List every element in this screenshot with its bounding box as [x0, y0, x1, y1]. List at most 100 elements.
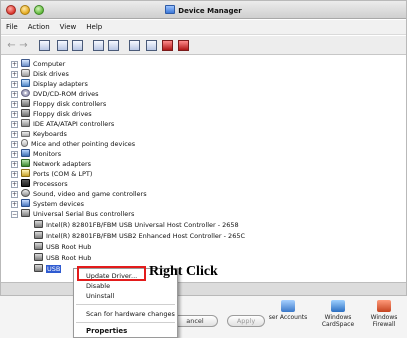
menu-item-uninstall[interactable]: Uninstall [74, 291, 177, 301]
tree-item-label: DVD/CD-ROM drives [33, 90, 99, 98]
forward-arrow-icon[interactable]: → [18, 40, 29, 51]
cp-item-cardspace[interactable]: Windows CardSpace [318, 300, 358, 328]
tree-item-label-selected: USB [46, 265, 62, 273]
cp-item-label-2: CardSpace [321, 321, 355, 328]
cp-item-user-accounts[interactable]: ser Accounts [268, 300, 308, 321]
usb-child-root-hub-1[interactable]: USB Root Hub [34, 242, 91, 252]
tree-item-label: IDE ATA/ATAPI controllers [33, 120, 115, 128]
tree-item-keyboards[interactable]: + Keyboards [11, 129, 67, 139]
floppy-drive-icon [21, 109, 30, 117]
help-icon[interactable] [93, 40, 104, 51]
tree-item-sound-video[interactable]: + Sound, video and game controllers [11, 189, 147, 199]
expand-toggle[interactable]: + [11, 161, 18, 168]
ide-controller-icon [21, 119, 30, 127]
device-manager-icon [165, 5, 176, 14]
menu-item-disable[interactable]: Disable [74, 281, 177, 291]
expand-toggle[interactable]: + [11, 141, 18, 148]
expand-toggle[interactable]: + [11, 91, 18, 98]
tree-item-system-devices[interactable]: + System devices [11, 199, 84, 209]
update-icon[interactable] [146, 40, 157, 51]
expand-toggle[interactable]: + [11, 151, 18, 158]
expand-toggle[interactable]: + [11, 71, 18, 78]
tree-item-label: Sound, video and game controllers [33, 190, 147, 198]
usb-child-uhci[interactable]: Intel(R) 82801FB/FBM USB Universal Host … [34, 220, 239, 230]
tree-item-label: Intel(R) 82801FB/FBM USB2 Enhanced Host … [46, 232, 246, 240]
tree-item-floppy-controllers[interactable]: + Floppy disk controllers [11, 99, 106, 109]
expand-toggle[interactable]: + [11, 111, 18, 118]
tree-item-label: Universal Serial Bus controllers [33, 210, 135, 218]
title-bar[interactable]: Device Manager [1, 1, 406, 19]
tree-item-label: System devices [33, 200, 85, 208]
cp-item-label-2: Firewall [372, 321, 396, 328]
tree-item-display-adapters[interactable]: + Display adapters [11, 79, 88, 89]
tree-item-computer[interactable]: + Computer [11, 59, 65, 69]
port-icon [21, 169, 30, 177]
tree-item-disk-drives[interactable]: + Disk drives [11, 69, 69, 79]
usb-icon [34, 242, 43, 250]
scan-icon[interactable] [129, 40, 140, 51]
print-icon[interactable] [72, 40, 83, 51]
firewall-icon [377, 300, 391, 312]
expand-toggle[interactable]: + [11, 121, 18, 128]
cp-item-firewall[interactable]: Windows Firewall [364, 300, 404, 328]
usb-icon [34, 253, 43, 261]
expand-toggle[interactable]: + [11, 131, 18, 138]
tree-item-label: Display adapters [33, 80, 88, 88]
tree-item-mice[interactable]: + Mice and other pointing devices [11, 139, 135, 149]
usb-icon [34, 220, 43, 228]
expand-toggle[interactable]: + [11, 181, 18, 188]
tree-item-label: Network adapters [33, 160, 92, 168]
usb-child-ehci[interactable]: Intel(R) 82801FB/FBM USB2 Enhanced Host … [34, 231, 245, 241]
menu-action[interactable]: Action [23, 20, 55, 31]
expand-toggle[interactable]: + [11, 171, 18, 178]
menu-bar: File Action View Help [1, 20, 406, 35]
menu-item-properties[interactable]: Properties [74, 326, 177, 336]
menu-separator [76, 304, 175, 305]
tree-item-dvd-drives[interactable]: + DVD/CD-ROM drives [11, 89, 99, 99]
cp-item-label: Windows [370, 314, 398, 321]
uninstall-icon[interactable] [162, 40, 173, 51]
expand-toggle[interactable]: + [11, 191, 18, 198]
expand-toggle[interactable]: + [11, 61, 18, 68]
window-title-text: Device Manager [178, 7, 242, 15]
cancel-button[interactable]: ancel [172, 315, 218, 327]
right-click-annotation: Right Click [149, 264, 218, 279]
disable-icon[interactable] [178, 40, 189, 51]
properties-icon[interactable] [57, 40, 68, 51]
tree-item-floppy-drives[interactable]: + Floppy disk drives [11, 109, 92, 119]
menu-view[interactable]: View [55, 20, 82, 31]
device-tree: + Computer + Disk drives + Display adapters… [1, 56, 406, 282]
floppy-controller-icon [21, 99, 30, 107]
view-icon[interactable] [108, 40, 119, 51]
console-tree-icon[interactable] [39, 40, 50, 51]
window-title: Device Manager [1, 5, 406, 15]
back-arrow-icon[interactable]: ← [6, 40, 17, 51]
tree-item-ports[interactable]: + Ports (COM & LPT) [11, 169, 92, 179]
toolbar: ← → [1, 36, 406, 55]
tree-item-label: Ports (COM & LPT) [33, 170, 93, 178]
system-device-icon [21, 199, 30, 207]
menu-help[interactable]: Help [81, 20, 107, 31]
expand-toggle[interactable]: + [11, 81, 18, 88]
tree-item-processors[interactable]: + Processors [11, 179, 68, 189]
usb-child-root-hub-2[interactable]: USB Root Hub [34, 253, 91, 263]
tree-item-usb-controllers[interactable]: − Universal Serial Bus controllers [11, 209, 134, 219]
menu-item-scan-hardware[interactable]: Scan for hardware changes [74, 309, 177, 319]
tree-item-monitors[interactable]: + Monitors [11, 149, 61, 159]
tree-item-label: USB Root Hub [46, 254, 92, 262]
tree-item-label: Computer [33, 60, 66, 68]
tree-item-ide-controllers[interactable]: + IDE ATA/ATAPI controllers [11, 119, 114, 129]
tree-item-network-adapters[interactable]: + Network adapters [11, 159, 91, 169]
collapse-toggle[interactable]: − [11, 211, 18, 218]
apply-button[interactable]: Apply [227, 315, 265, 327]
usb-child-selected[interactable]: USB [34, 264, 62, 274]
expand-toggle[interactable]: + [11, 101, 18, 108]
tree-item-label: Processors [33, 180, 68, 188]
sound-icon [21, 189, 30, 197]
monitor-icon [21, 149, 30, 157]
menu-separator [76, 322, 175, 323]
menu-file[interactable]: File [1, 20, 23, 31]
cp-item-label: ser Accounts [268, 314, 308, 321]
tree-item-label: Mice and other pointing devices [31, 140, 136, 148]
expand-toggle[interactable]: + [11, 201, 18, 208]
